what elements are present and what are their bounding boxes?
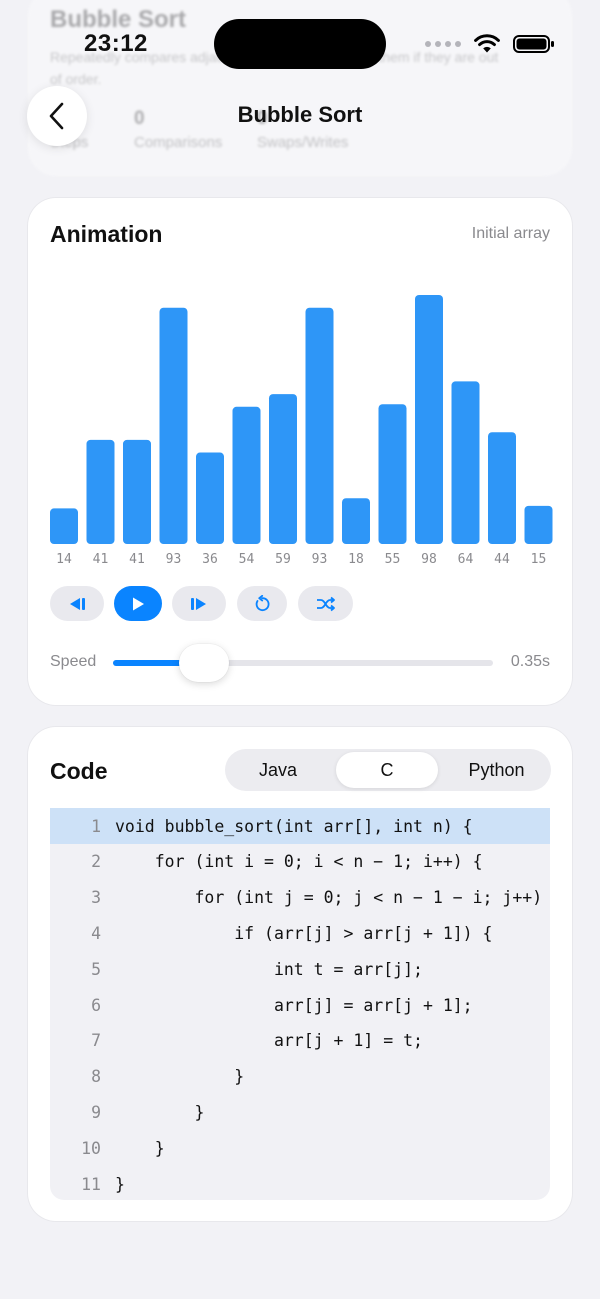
step-back-button[interactable] [50, 586, 104, 621]
cellular-signal-icon [425, 41, 461, 47]
array-bar [305, 307, 334, 544]
bar-value-label: 44 [494, 552, 510, 567]
code-line: 1 void bubble_sort(int arr[], int n) { [50, 808, 550, 844]
shuffle-icon [316, 596, 335, 611]
stat-label: Comparisons [134, 134, 223, 151]
code-text: for (int i = 0; i < n − 1; i++) { [115, 852, 483, 872]
code-line: 2 for (int i = 0; i < n − 1; i++) { [50, 844, 550, 880]
bar-value-label: 15 [531, 552, 547, 567]
line-number: 11 [81, 1174, 101, 1194]
bar-value-label: 18 [348, 552, 364, 567]
status-icons [425, 33, 555, 55]
line-number: 1 [91, 816, 101, 836]
stat-label: Swaps/Writes [257, 134, 349, 151]
code-line: 9 } [50, 1094, 550, 1130]
reset-button[interactable] [237, 586, 287, 621]
bar-value-label: 98 [421, 552, 437, 567]
array-bar [378, 404, 407, 544]
line-number: 3 [91, 888, 101, 908]
speed-slider[interactable] [113, 644, 493, 682]
bar-value-label: 54 [239, 552, 255, 567]
speed-label: Speed [50, 653, 97, 670]
code-line: 3 for (int j = 0; j < n − 1 − i; j++) { [50, 880, 550, 916]
speed-slider-thumb[interactable] [179, 644, 230, 682]
bar-value-label: 55 [385, 552, 401, 567]
code-line: 8 } [50, 1059, 550, 1095]
line-number: 8 [91, 1067, 101, 1087]
array-bar [269, 394, 297, 544]
bar-value-label: 93 [312, 552, 328, 567]
bar-value-label: 41 [129, 552, 145, 567]
wifi-icon [474, 34, 500, 53]
array-bar [342, 498, 370, 544]
bar-value-label: 59 [275, 552, 291, 567]
array-bar [123, 439, 151, 544]
code-text: } [115, 1174, 125, 1194]
line-number: 10 [81, 1138, 101, 1158]
array-bar [232, 406, 261, 544]
line-number: 4 [91, 923, 101, 943]
code-line: 10 } [50, 1130, 550, 1166]
battery-icon [513, 35, 554, 53]
code-line: 6 arr[j] = arr[j + 1]; [50, 987, 550, 1023]
step-forward-button[interactable] [172, 586, 226, 621]
code-text: for (int j = 0; j < n − 1 − i; j++) { [115, 888, 550, 908]
animation-card: Animation Initial array 14 41 41 93 36 54 59 93… [28, 198, 572, 705]
code-text: arr[j + 1] = t; [115, 1031, 423, 1051]
line-number: 2 [91, 852, 101, 872]
array-bar [159, 307, 188, 544]
status-time: 23:12 [84, 30, 148, 57]
step-forward-icon [191, 597, 206, 610]
code-line: 4 if (arr[j] > arr[j + 1]) { [50, 915, 550, 951]
language-tab-python[interactable]: Python [445, 752, 548, 788]
dynamic-island [214, 19, 386, 69]
code-line: 7 arr[j + 1] = t; [50, 1023, 550, 1059]
code-card: Code Java C Python 1 void bubble_sort(int… [28, 727, 572, 1221]
line-number: 5 [91, 959, 101, 979]
line-number: 6 [91, 995, 101, 1015]
bar-value-label: 41 [93, 552, 109, 567]
code-view: 1 void bubble_sort(int arr[], int n) { 2 f… [50, 808, 550, 1200]
array-bar [488, 432, 516, 544]
code-text: void bubble_sort(int arr[], int n) { [115, 816, 473, 836]
play-icon [133, 597, 144, 610]
line-number: 7 [91, 1031, 101, 1051]
language-tab-c[interactable]: C [336, 752, 438, 788]
language-segmented-control: Java C Python [225, 749, 551, 791]
nav-title: Bubble Sort [237, 102, 363, 127]
line-number: 9 [91, 1102, 101, 1122]
array-bar [86, 439, 115, 544]
array-bar [451, 381, 480, 544]
language-tab-java[interactable]: Java [228, 752, 328, 788]
array-bar [524, 505, 553, 544]
code-line: 11} [50, 1166, 550, 1200]
code-line: 5 int t = arr[j]; [50, 951, 550, 987]
code-text: arr[j] = arr[j + 1]; [115, 995, 473, 1015]
array-bar [415, 295, 443, 544]
code-title: Code [50, 758, 108, 784]
reset-icon [255, 594, 270, 611]
array-bar [196, 452, 224, 544]
shuffle-button[interactable] [298, 586, 353, 621]
bar-value-label: 93 [166, 552, 182, 567]
code-text: } [115, 1138, 165, 1158]
step-back-icon [70, 597, 85, 610]
code-text: if (arr[j] > arr[j + 1]) { [115, 923, 493, 943]
code-text: } [115, 1067, 245, 1087]
code-text: int t = arr[j]; [115, 959, 423, 979]
bar-value-label: 36 [202, 552, 218, 567]
bar-value-label: 14 [56, 552, 72, 567]
array-bar [50, 508, 78, 544]
array-bar-chart: 14 41 41 93 36 54 59 93 18 55 98 64 44 15 [50, 295, 553, 567]
play-button[interactable] [114, 586, 162, 621]
code-text: } [115, 1102, 205, 1122]
bar-value-label: 64 [458, 552, 474, 567]
speed-value: 0.35s [510, 653, 550, 670]
status-bar: 23:12 [0, 0, 600, 90]
